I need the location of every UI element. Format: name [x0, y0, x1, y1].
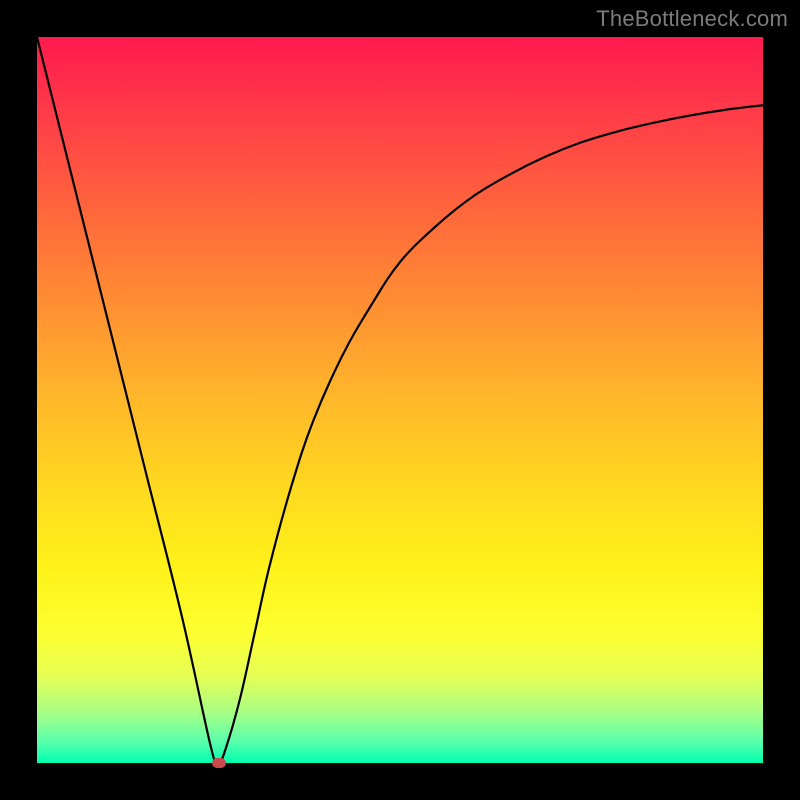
chart-frame: TheBottleneck.com [0, 0, 800, 800]
curve-path [37, 37, 763, 763]
optimal-point-marker [212, 758, 226, 768]
bottleneck-curve [37, 37, 763, 763]
plot-area [37, 37, 763, 763]
attribution-text: TheBottleneck.com [596, 6, 788, 32]
